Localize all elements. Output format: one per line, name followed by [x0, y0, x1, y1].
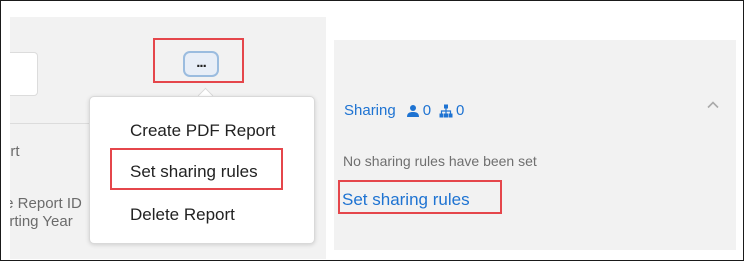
- report-id-label: te Report ID: [10, 195, 82, 212]
- sharing-header[interactable]: Sharing 0 0: [344, 102, 464, 119]
- reporting-year-label: orting Year: [10, 213, 73, 230]
- group-count: 0: [456, 102, 465, 119]
- person-icon: [406, 104, 419, 117]
- sharing-panel: Sharing 0 0 No sharing rules have been s…: [334, 40, 736, 250]
- more-actions-button[interactable]: ...: [183, 51, 219, 77]
- sharing-title: Sharing: [344, 102, 396, 119]
- menu-item-delete-report[interactable]: Delete Report: [130, 205, 235, 225]
- user-count: 0: [422, 102, 432, 119]
- search-input[interactable]: [10, 52, 38, 96]
- report-column-header: ort: [10, 143, 20, 160]
- menu-item-highlight: [110, 148, 283, 190]
- report-fields: te Report ID orting Year: [10, 195, 100, 231]
- chevron-up-icon[interactable]: [707, 99, 719, 111]
- menu-item-create-pdf-report[interactable]: Create PDF Report: [130, 121, 276, 141]
- empty-sharing-message: No sharing rules have been set: [343, 153, 537, 169]
- sharing-link-highlight: [338, 180, 502, 214]
- org-chart-icon: [439, 104, 453, 117]
- more-icon: ...: [196, 53, 206, 71]
